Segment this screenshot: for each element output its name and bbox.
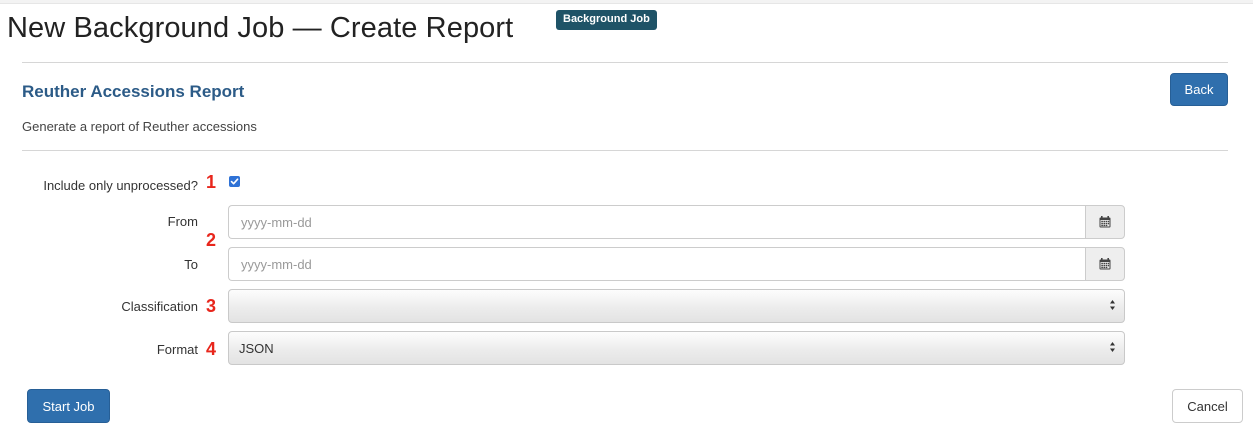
back-button[interactable]: Back xyxy=(1170,73,1228,106)
calendar-icon xyxy=(1099,216,1111,228)
annotation-marker-1: 1 xyxy=(206,172,217,192)
unprocessed-label: Include only unprocessed? xyxy=(43,178,198,193)
divider-form xyxy=(22,150,1228,151)
unprocessed-checkbox[interactable] xyxy=(229,176,240,187)
calendar-icon xyxy=(1099,258,1111,270)
to-calendar-button[interactable] xyxy=(1085,247,1125,281)
annotation-marker-3: 3 xyxy=(206,296,217,316)
format-value: JSON xyxy=(239,340,274,356)
to-date-input[interactable] xyxy=(228,247,1085,281)
updown-arrows-icon xyxy=(1110,342,1115,352)
annotation-marker-2: 2 xyxy=(206,230,217,250)
check-icon xyxy=(230,178,239,185)
report-description: Generate a report of Reuther accessions xyxy=(22,119,257,134)
cancel-button[interactable]: Cancel xyxy=(1172,389,1243,423)
format-label: Format xyxy=(156,342,198,357)
from-date-input[interactable] xyxy=(228,205,1085,239)
from-label: From xyxy=(167,214,198,229)
from-calendar-button[interactable] xyxy=(1085,205,1125,239)
to-date-group xyxy=(228,247,1125,281)
classification-label: Classification xyxy=(121,299,198,314)
updown-arrows-icon xyxy=(1110,300,1115,310)
to-label: To xyxy=(184,257,198,272)
start-job-button[interactable]: Start Job xyxy=(27,389,110,423)
format-select[interactable]: JSON xyxy=(228,331,1125,365)
page-title: New Background Job — Create Report xyxy=(7,12,514,44)
annotation-marker-4: 4 xyxy=(206,339,217,359)
from-date-group xyxy=(228,205,1125,239)
divider-top xyxy=(22,62,1228,63)
top-border xyxy=(0,0,1253,4)
report-title: Reuther Accessions Report xyxy=(22,82,245,101)
classification-select[interactable] xyxy=(228,289,1125,323)
background-job-badge: Background Job xyxy=(556,10,657,30)
